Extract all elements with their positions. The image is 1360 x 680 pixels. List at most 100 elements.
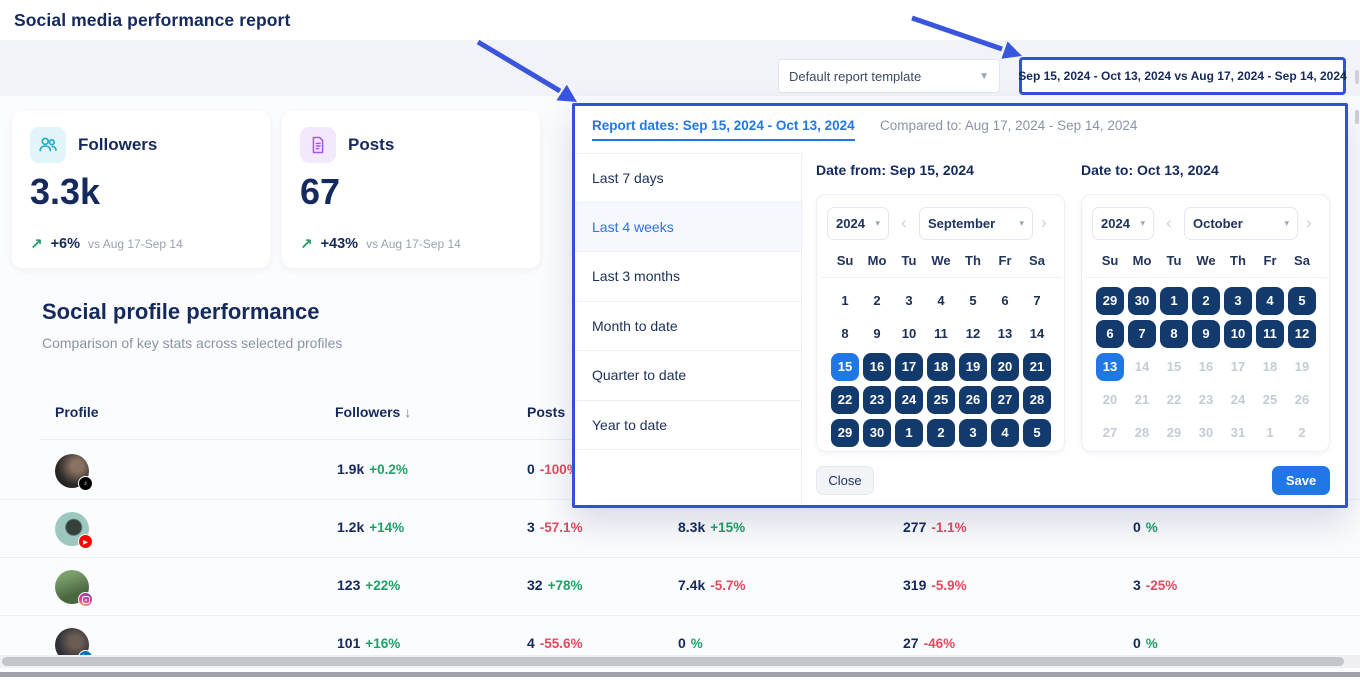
calendar-day[interactable]: 29: [1160, 419, 1188, 447]
calendar-day[interactable]: 30: [1128, 287, 1156, 315]
calendar-day[interactable]: 6: [1096, 320, 1124, 348]
year-select[interactable]: 2024▾: [1092, 207, 1154, 240]
next-month-icon[interactable]: ›: [1306, 213, 1312, 233]
calendar-day[interactable]: 2: [863, 287, 891, 315]
column-header-followers[interactable]: Followers↓: [335, 404, 411, 420]
preset-year-to-date[interactable]: Year to date: [575, 401, 801, 451]
calendar-day[interactable]: 24: [895, 386, 923, 414]
calendar-day[interactable]: 17: [895, 353, 923, 381]
calendar-day[interactable]: 21: [1128, 386, 1156, 414]
calendar-day[interactable]: 5: [1023, 419, 1051, 447]
profile-avatar-tiktok[interactable]: ♪: [55, 454, 89, 488]
tab-report-dates[interactable]: Report dates: Sep 15, 2024 - Oct 13, 202…: [592, 118, 855, 141]
scroll-dash: [1355, 110, 1359, 124]
calendar-day[interactable]: 29: [1096, 287, 1124, 315]
calendar-day[interactable]: 19: [1288, 353, 1316, 381]
calendar-day[interactable]: 15: [1160, 353, 1188, 381]
metric-cell: 7.4k-5.7%: [678, 577, 746, 593]
horizontal-scrollbar-thumb[interactable]: [2, 657, 1344, 666]
date-range-button[interactable]: Sep 15, 2024 - Oct 13, 2024 vs Aug 17, 2…: [1019, 57, 1346, 95]
preset-last-4-weeks[interactable]: Last 4 weeks: [575, 203, 801, 253]
calendar-day[interactable]: 1: [1160, 287, 1188, 315]
calendar-day[interactable]: 23: [1192, 386, 1220, 414]
calendar-day[interactable]: 30: [1192, 419, 1220, 447]
close-button[interactable]: Close: [816, 466, 874, 495]
calendar-day[interactable]: 5: [959, 287, 987, 315]
weekday-label: Th: [1222, 253, 1254, 268]
month-select[interactable]: October▾: [1184, 207, 1298, 240]
calendar-day[interactable]: 29: [831, 419, 859, 447]
calendar-day[interactable]: 5: [1288, 287, 1316, 315]
calendar-day[interactable]: 15: [831, 353, 859, 381]
report-template-select[interactable]: Default report template ▼: [778, 59, 1000, 93]
calendar-day[interactable]: 1: [1256, 419, 1284, 447]
calendar-day[interactable]: 18: [1256, 353, 1284, 381]
column-header-profile[interactable]: Profile: [55, 404, 99, 420]
calendar-day[interactable]: 18: [927, 353, 955, 381]
calendar-day[interactable]: 7: [1128, 320, 1156, 348]
calendar-day[interactable]: 3: [895, 287, 923, 315]
calendar-day[interactable]: 8: [1160, 320, 1188, 348]
calendar-day[interactable]: 9: [863, 320, 891, 348]
calendar-day[interactable]: 10: [895, 320, 923, 348]
tab-compared-to[interactable]: Compared to: Aug 17, 2024 - Sep 14, 2024: [880, 118, 1137, 133]
calendar-day[interactable]: 26: [959, 386, 987, 414]
calendar-day[interactable]: 12: [1288, 320, 1316, 348]
calendar-day[interactable]: 19: [959, 353, 987, 381]
calendar-day[interactable]: 4: [991, 419, 1019, 447]
calendar-day[interactable]: 9: [1192, 320, 1220, 348]
next-month-icon[interactable]: ›: [1041, 213, 1047, 233]
preset-quarter-to-date[interactable]: Quarter to date: [575, 351, 801, 401]
profile-avatar-youtube[interactable]: ▶: [55, 512, 89, 546]
calendar-day[interactable]: 4: [1256, 287, 1284, 315]
calendar-day[interactable]: 2: [927, 419, 955, 447]
calendar-day[interactable]: 28: [1023, 386, 1051, 414]
calendar-day[interactable]: 23: [863, 386, 891, 414]
prev-month-icon[interactable]: ‹: [1166, 213, 1172, 233]
calendar-day[interactable]: 6: [991, 287, 1019, 315]
preset-month-to-date[interactable]: Month to date: [575, 302, 801, 352]
calendar-day[interactable]: 14: [1023, 320, 1051, 348]
calendar-day[interactable]: 21: [1023, 353, 1051, 381]
calendar-day[interactable]: 27: [1096, 419, 1124, 447]
calendar-day[interactable]: 11: [1256, 320, 1284, 348]
calendar-day[interactable]: 20: [1096, 386, 1124, 414]
calendar-day[interactable]: 25: [927, 386, 955, 414]
calendar-day[interactable]: 1: [831, 287, 859, 315]
year-select[interactable]: 2024▾: [827, 207, 889, 240]
calendar-day[interactable]: 16: [863, 353, 891, 381]
calendar-day[interactable]: 13: [1096, 353, 1124, 381]
calendar-day[interactable]: 17: [1224, 353, 1252, 381]
calendar-day[interactable]: 26: [1288, 386, 1316, 414]
calendar-day[interactable]: 2: [1192, 287, 1220, 315]
calendar-day[interactable]: 12: [959, 320, 987, 348]
calendar-day[interactable]: 14: [1128, 353, 1156, 381]
month-select[interactable]: September▾: [919, 207, 1033, 240]
calendar-day[interactable]: 22: [831, 386, 859, 414]
calendar-day[interactable]: 4: [927, 287, 955, 315]
column-header-posts[interactable]: Posts: [527, 404, 565, 420]
calendar-day[interactable]: 16: [1192, 353, 1220, 381]
calendar-day[interactable]: 25: [1256, 386, 1284, 414]
calendar-day[interactable]: 20: [991, 353, 1019, 381]
calendar-day[interactable]: 13: [991, 320, 1019, 348]
calendar-day[interactable]: 27: [991, 386, 1019, 414]
save-button[interactable]: Save: [1272, 466, 1330, 495]
calendar-day[interactable]: 7: [1023, 287, 1051, 315]
calendar-day[interactable]: 22: [1160, 386, 1188, 414]
calendar-day[interactable]: 8: [831, 320, 859, 348]
calendar-day[interactable]: 10: [1224, 320, 1252, 348]
calendar-day[interactable]: 11: [927, 320, 955, 348]
calendar-day[interactable]: 3: [1224, 287, 1252, 315]
calendar-day[interactable]: 28: [1128, 419, 1156, 447]
calendar-day[interactable]: 3: [959, 419, 987, 447]
calendar-day[interactable]: 24: [1224, 386, 1252, 414]
prev-month-icon[interactable]: ‹: [901, 213, 907, 233]
preset-last-3-months[interactable]: Last 3 months: [575, 252, 801, 302]
preset-last-7-days[interactable]: Last 7 days: [575, 153, 801, 203]
calendar-day[interactable]: 30: [863, 419, 891, 447]
calendar-day[interactable]: 1: [895, 419, 923, 447]
calendar-day[interactable]: 2: [1288, 419, 1316, 447]
profile-avatar-instagram[interactable]: [55, 570, 89, 604]
calendar-day[interactable]: 31: [1224, 419, 1252, 447]
